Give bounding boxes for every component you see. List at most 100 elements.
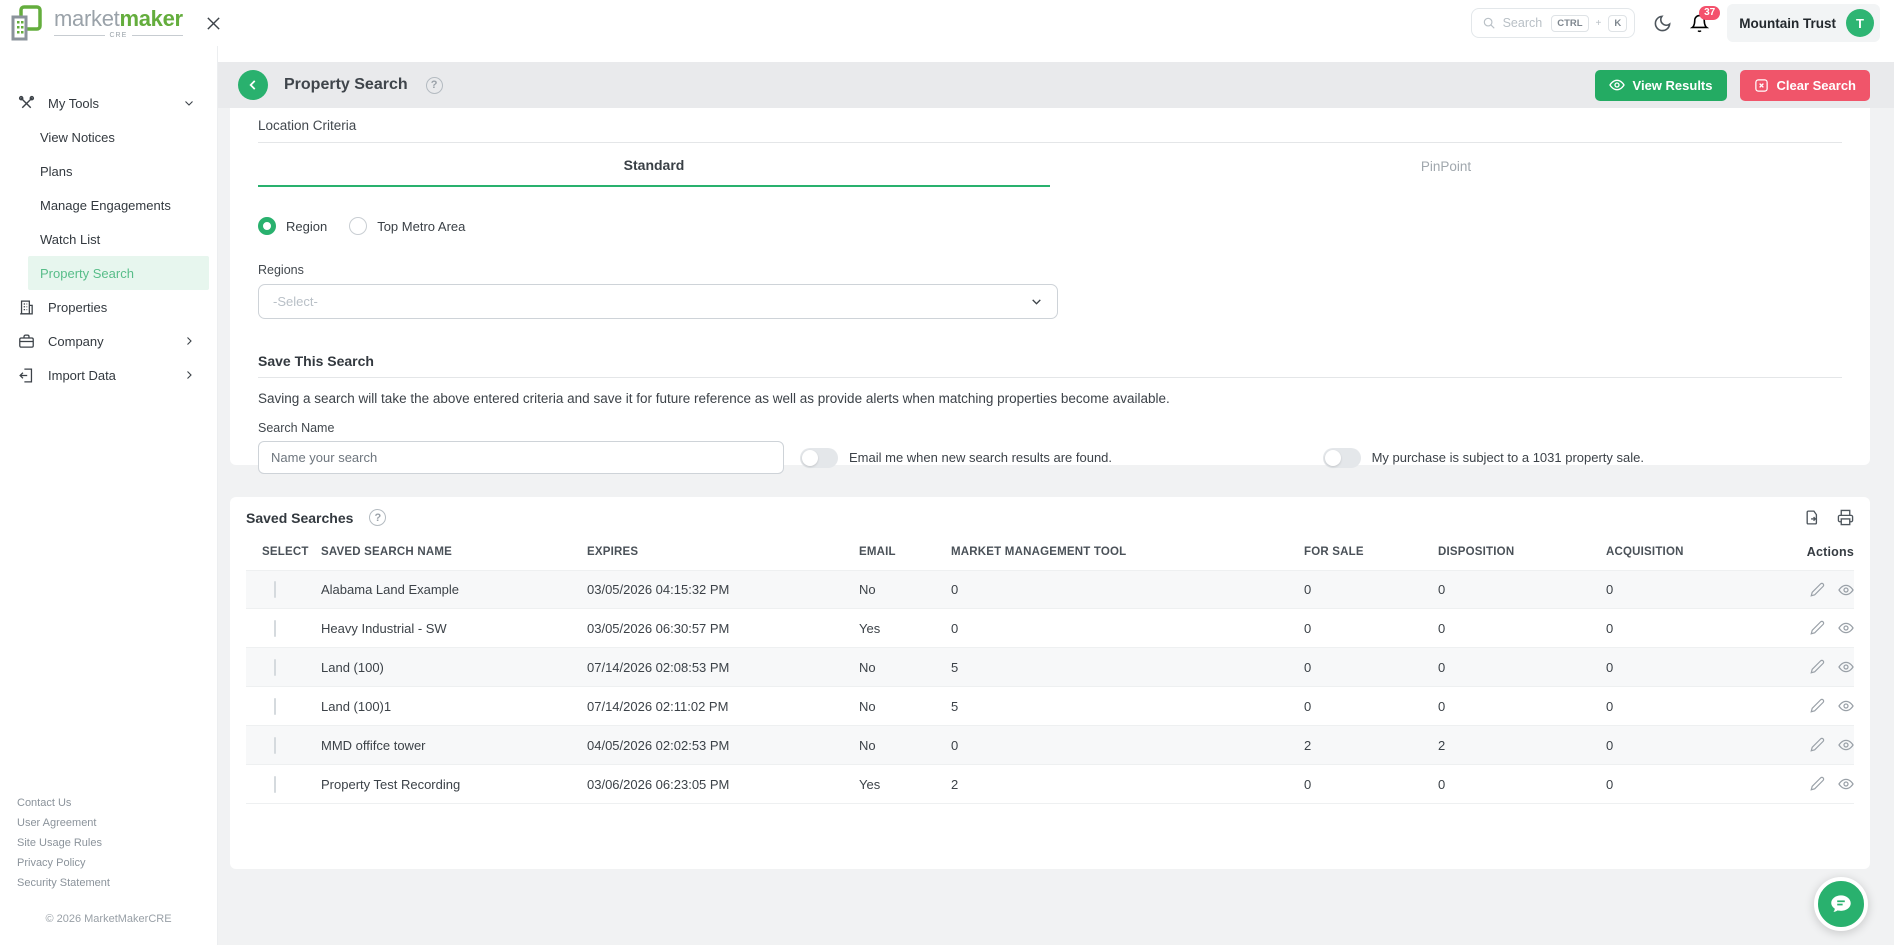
expires-value: 03/05/2026 04:15:32 PM	[587, 582, 859, 597]
email-value: No	[859, 699, 951, 714]
view-results-button[interactable]: View Results	[1595, 70, 1727, 101]
radio-label: Region	[286, 219, 327, 234]
disposition-value: 0	[1438, 621, 1606, 636]
global-search-input[interactable]: Search CTRL + K	[1471, 8, 1636, 38]
column-select: SELECT	[246, 546, 321, 558]
tab-standard[interactable]: Standard	[258, 145, 1050, 187]
table-row: Land (100)1 07/14/2026 02:11:02 PM No 5 …	[246, 687, 1854, 726]
radio-region[interactable]: Region	[258, 217, 327, 235]
eye-icon	[1838, 776, 1854, 792]
sidebar-item-property-search[interactable]: Property Search	[28, 256, 209, 290]
row-checkbox[interactable]	[274, 581, 276, 598]
view-button[interactable]	[1838, 620, 1854, 636]
tools-icon	[18, 95, 35, 112]
help-icon[interactable]: ?	[369, 509, 386, 526]
eye-icon	[1838, 582, 1854, 598]
saved-search-name: Land (100)	[321, 660, 587, 675]
table-row: MMD offifce tower 04/05/2026 02:02:53 PM…	[246, 726, 1854, 765]
view-button[interactable]	[1838, 737, 1854, 753]
for-sale-value: 0	[1304, 660, 1438, 675]
expires-value: 03/06/2026 06:23:05 PM	[587, 777, 859, 792]
print-button[interactable]	[1837, 509, 1854, 526]
back-button[interactable]	[238, 70, 268, 100]
pencil-icon	[1810, 582, 1825, 598]
row-checkbox[interactable]	[274, 776, 276, 793]
save-this-search-title: Save This Search	[258, 353, 1842, 369]
email-value: No	[859, 660, 951, 675]
main-area: Property Search ? View Results Clear Sea…	[218, 46, 1894, 945]
notifications-button[interactable]: 37	[1690, 14, 1709, 33]
acquisition-value: 0	[1606, 660, 1797, 675]
edit-button[interactable]	[1810, 737, 1825, 753]
view-button[interactable]	[1838, 698, 1854, 714]
export-file-icon	[1804, 509, 1821, 526]
close-icon	[205, 15, 222, 32]
sidebar-item-label: Property Search	[40, 266, 134, 281]
user-menu[interactable]: Mountain Trust T	[1727, 4, 1880, 42]
topbar: marketmaker CRE Search CTRL + K	[0, 0, 1894, 46]
sidebar-item-my-tools[interactable]: My Tools	[0, 86, 217, 120]
row-checkbox[interactable]	[274, 659, 276, 676]
tab-pinpoint[interactable]: PinPoint	[1050, 145, 1842, 187]
sidebar-item-company[interactable]: Company	[0, 324, 217, 358]
help-icon[interactable]: ?	[426, 77, 443, 94]
table-row: Land (100) 07/14/2026 02:08:53 PM No 5 0…	[246, 648, 1854, 687]
acquisition-value: 0	[1606, 738, 1797, 753]
top-spacer	[218, 46, 1894, 62]
edit-button[interactable]	[1810, 776, 1825, 792]
sidebar-item-manage-engagements[interactable]: Manage Engagements	[0, 188, 217, 222]
view-button[interactable]	[1838, 776, 1854, 792]
row-checkbox[interactable]	[274, 737, 276, 754]
view-button[interactable]	[1838, 659, 1854, 675]
eye-icon	[1838, 659, 1854, 675]
saved-searches-title: Saved Searches	[246, 510, 353, 526]
sidebar-item-properties[interactable]: Properties	[0, 290, 217, 324]
dark-mode-toggle[interactable]	[1653, 14, 1672, 33]
radio-unselected-icon	[349, 217, 367, 235]
for-sale-value: 0	[1304, 621, 1438, 636]
clear-search-label: Clear Search	[1777, 78, 1857, 93]
mmt-value: 0	[951, 621, 1304, 636]
link-site-usage-rules[interactable]: Site Usage Rules	[0, 833, 217, 853]
clear-search-button[interactable]: Clear Search	[1740, 70, 1871, 101]
link-user-agreement[interactable]: User Agreement	[0, 813, 217, 833]
purchase-1031-toggle[interactable]	[1323, 448, 1361, 468]
sidebar-item-watch-list[interactable]: Watch List	[0, 222, 217, 256]
edit-button[interactable]	[1810, 698, 1825, 714]
column-for-sale: FOR SALE	[1304, 546, 1438, 558]
edit-button[interactable]	[1810, 659, 1825, 675]
regions-select[interactable]: -Select-	[258, 284, 1058, 319]
clear-icon	[1754, 78, 1769, 93]
link-privacy-policy[interactable]: Privacy Policy	[0, 853, 217, 873]
sidebar-close-button[interactable]	[205, 15, 222, 32]
link-contact-us[interactable]: Contact Us	[0, 793, 217, 813]
row-checkbox[interactable]	[274, 698, 276, 715]
purchase-toggle-label: My purchase is subject to a 1031 propert…	[1372, 450, 1644, 465]
email-alerts-toggle[interactable]	[800, 448, 838, 468]
link-security-statement[interactable]: Security Statement	[0, 873, 217, 893]
chat-button[interactable]	[1814, 877, 1868, 931]
tab-label: Standard	[624, 157, 685, 173]
pencil-icon	[1810, 659, 1825, 675]
search-name-input[interactable]	[258, 441, 784, 474]
mmt-value: 5	[951, 699, 1304, 714]
briefcase-icon	[18, 333, 35, 350]
column-acquisition: ACQUISITION	[1606, 546, 1797, 558]
edit-button[interactable]	[1810, 582, 1825, 598]
disposition-value: 2	[1438, 738, 1606, 753]
view-button[interactable]	[1838, 582, 1854, 598]
moon-icon	[1653, 14, 1672, 33]
sidebar-item-import-data[interactable]: Import Data	[0, 358, 217, 392]
search-name-label: Search Name	[258, 421, 1842, 435]
edit-button[interactable]	[1810, 620, 1825, 636]
table-row: Heavy Industrial - SW 03/05/2026 06:30:5…	[246, 609, 1854, 648]
radio-top-metro-area[interactable]: Top Metro Area	[349, 217, 465, 235]
sidebar-item-plans[interactable]: Plans	[0, 154, 217, 188]
for-sale-value: 0	[1304, 777, 1438, 792]
sidebar-item-view-notices[interactable]: View Notices	[0, 120, 217, 154]
acquisition-value: 0	[1606, 582, 1797, 597]
row-checkbox[interactable]	[274, 620, 276, 637]
export-button[interactable]	[1804, 509, 1821, 526]
chevron-right-icon	[183, 369, 195, 381]
email-value: No	[859, 582, 951, 597]
